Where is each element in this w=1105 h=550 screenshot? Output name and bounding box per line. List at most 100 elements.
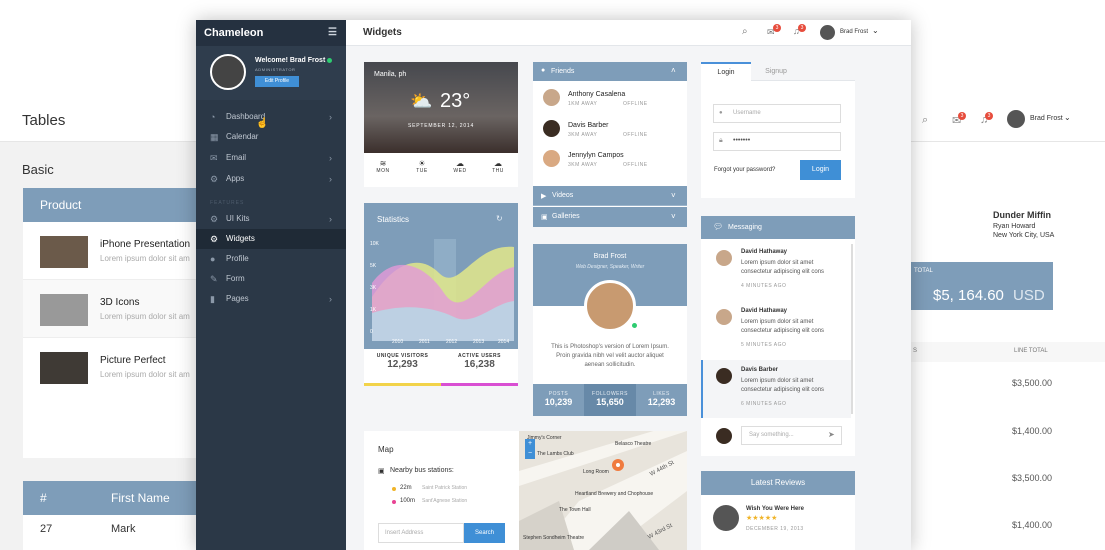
forgot-password-link[interactable]: Forgot your password? (714, 167, 775, 173)
galleries-accordion[interactable]: ▣ Galleries ˅ (533, 207, 687, 227)
sidebar-item-form[interactable]: ✎ Form (196, 269, 346, 289)
avatar (543, 150, 560, 167)
bus-icon: ▣ (378, 468, 385, 475)
map-label: Belasco Theatre (615, 441, 652, 447)
message-placeholder: Say something... (749, 432, 794, 438)
sidebar-item-calendar[interactable]: ▦ Calendar (196, 127, 346, 147)
sidebar-item-ui-kits[interactable]: ⚙ UI Kits › (196, 209, 346, 229)
product-thumbnail (40, 294, 88, 326)
message-sender: Davis Barber (741, 367, 779, 373)
sidebar-item-pages[interactable]: ▮ Pages › (196, 289, 346, 309)
sidebar-item-profile[interactable]: ● Profile (196, 249, 346, 269)
avatar (543, 120, 560, 137)
chevron-up-icon: ˄ (671, 66, 676, 75)
refresh-icon[interactable]: ↻ (496, 214, 503, 223)
table-row[interactable]: 3D Icons Lorem ipsum dolor sit am (23, 280, 196, 338)
list-item[interactable]: Jennylyn Campos 3KM AWAY OFFLINE (533, 147, 687, 177)
statistics-title: Statistics (377, 215, 410, 224)
chevron-down-icon[interactable]: ⌄ (872, 26, 879, 35)
bg-products-table: Product iPhone Presentation Lorem ipsum … (23, 188, 196, 458)
map-pin-dot (616, 463, 620, 467)
stat-underline (364, 383, 441, 386)
list-item[interactable]: Davis Barber 3KM AWAY OFFLINE (533, 117, 687, 147)
password-field[interactable]: 🔒︎ ••••••• (713, 132, 841, 151)
list-item[interactable]: David Hathaway Lorem ipsum dolor sit ame… (701, 244, 851, 300)
sidebar-item-label: Pages (226, 294, 249, 303)
videos-accordion[interactable]: ▶ Videos ˅ (533, 186, 687, 206)
bg-user-name[interactable]: Brad Frost (1030, 115, 1063, 122)
sidebar-item-label: Profile (226, 254, 249, 263)
table-row[interactable]: Picture Perfect Lorem ipsum dolor sit am (23, 338, 196, 396)
search-icon[interactable]: ⌕ (922, 114, 928, 127)
zoom-in-icon[interactable]: + (525, 439, 535, 449)
friend-distance: 3KM AWAY (568, 162, 598, 168)
x-tick-label: 2011 (419, 339, 430, 345)
avatar (713, 505, 739, 531)
x-tick-label: 2010 (392, 339, 403, 345)
stat-value: 16,238 (464, 359, 495, 370)
y-tick-label: 5K (370, 263, 377, 269)
list-item[interactable]: Davis Barber Lorem ipsum dolor sit amet … (701, 360, 851, 418)
messaging-title: Messaging (728, 224, 762, 231)
map-label: The Lambs Club (537, 451, 574, 457)
col-label-left: S (913, 348, 918, 354)
product-name: iPhone Presentation (100, 239, 191, 250)
send-icon[interactable]: ➤ (828, 430, 835, 439)
bg-people-table: # First Name 27 Mark (23, 481, 196, 550)
section-label: FEATURES (210, 200, 245, 206)
map-label: The Town Hall (559, 507, 591, 513)
product-thumbnail (40, 352, 88, 384)
dashboard-icon: ◔ (210, 112, 216, 122)
avatar[interactable] (210, 54, 246, 90)
message-text: Lorem ipsum dolor sit amet consectetur a… (741, 319, 825, 334)
profile-stats: POSTS 10,239 FOLLOWERS 15,650 LIKES 12,293 (533, 384, 687, 416)
form-icon: ✎ (210, 274, 218, 284)
avatar[interactable] (1007, 110, 1025, 128)
login-card: Login Signup ● Username 🔒︎ ••••••• Forgo… (701, 62, 855, 198)
search-icon[interactable]: ⌕ (742, 26, 748, 37)
edit-profile-button[interactable]: Edit Profile (255, 76, 299, 87)
forecast-day-label: WED (453, 168, 467, 174)
weather-date: SEPTEMBER 12, 2014 (408, 123, 475, 129)
login-button[interactable]: Login (800, 160, 841, 180)
sidebar-item-email[interactable]: ✉ Email › (196, 148, 346, 168)
invoice-col-header: S LINE TOTAL (911, 342, 1105, 362)
tab-signup[interactable]: Signup (751, 62, 801, 81)
menu-toggle-icon[interactable]: ☰ (328, 20, 337, 46)
profile-card: Brad Frost Web Designer, Speaker, Writer… (533, 244, 687, 416)
table-row[interactable]: iPhone Presentation Lorem ipsum dolor si… (23, 222, 196, 280)
zoom-out-icon[interactable]: − (525, 449, 535, 459)
scrollbar[interactable] (851, 244, 853, 414)
station-name: Saint Patrick Station (422, 485, 468, 491)
sidebar: Chameleon ☰ Welcome! Brad Frost ADMINIST… (196, 20, 346, 550)
tab-login[interactable]: Login (701, 62, 751, 82)
header-user-name[interactable]: Brad Frost (840, 29, 868, 35)
message-input[interactable]: Say something... ➤ (741, 426, 842, 445)
map-view[interactable]: Jimmy's Corner The Lambs Club Belasco Th… (519, 431, 687, 550)
product-name: Picture Perfect (100, 355, 166, 366)
sidebar-item-apps[interactable]: ⚙ Apps › (196, 169, 346, 189)
image-icon: ▣ (541, 214, 548, 221)
avatar[interactable] (584, 280, 636, 332)
sidebar-item-dashboard[interactable]: ◔ Dashboard › (196, 107, 346, 127)
friend-status: OFFLINE (623, 101, 648, 107)
weather-forecast: ≋ MON ☀ TUE ☁ WED ☁ THU (364, 153, 518, 187)
station-dot (392, 500, 396, 504)
chevron-down-icon[interactable]: ⌄ (1064, 113, 1071, 122)
username-field[interactable]: ● Username (713, 104, 841, 123)
friends-card: ● Friends ˄ Anthony Casalena 1KM AWAY OF… (533, 62, 687, 227)
sidebar-item-label: UI Kits (226, 214, 250, 223)
sidebar-item-widgets[interactable]: ⚙ Widgets (196, 229, 346, 249)
product-desc: Lorem ipsum dolor sit am (100, 370, 190, 379)
avatar[interactable] (820, 25, 835, 40)
list-item[interactable]: Anthony Casalena 1KM AWAY OFFLINE (533, 86, 687, 116)
list-item[interactable]: David Hathaway Lorem ipsum dolor sit ame… (701, 303, 851, 359)
address-input[interactable]: Insert Address (378, 523, 464, 543)
search-button[interactable]: Search (464, 523, 505, 543)
friends-header[interactable]: ● Friends ˄ (533, 62, 687, 81)
stat-value: 12,293 (387, 359, 418, 370)
bg-bell-badge: 3 (985, 112, 993, 120)
message-text: Lorem ipsum dolor sit amet consectetur a… (741, 260, 825, 275)
stat-underline (441, 383, 518, 386)
zoom-controls[interactable]: + − (525, 439, 535, 459)
